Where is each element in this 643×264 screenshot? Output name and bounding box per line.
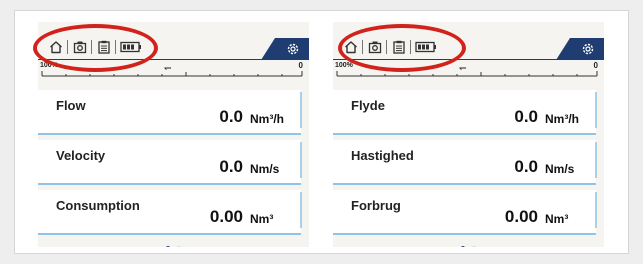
flow-unit: Nm³/h — [545, 112, 579, 126]
flow-unit: Nm³/h — [250, 112, 284, 126]
flow-value: 0.0 — [514, 107, 538, 126]
flow-value: 0.0 — [219, 107, 243, 126]
flow-panel[interactable]: Flow 0.0 Nm³/h — [38, 90, 302, 135]
consumption-unit: Nm³ — [250, 212, 274, 226]
velocity-label: Hastighed — [351, 148, 414, 163]
gear-icon — [287, 43, 299, 55]
consumption-unit: Nm³ — [545, 212, 569, 226]
highlight-ring-left — [33, 24, 158, 72]
page-indicator — [38, 237, 309, 247]
page-dot-active[interactable] — [166, 246, 171, 247]
page-indicator — [333, 237, 604, 247]
velocity-unit: Nm/s — [545, 162, 575, 176]
page-dot-active[interactable] — [461, 246, 466, 247]
flow-label: Flow — [56, 98, 86, 113]
page-dot[interactable] — [471, 246, 476, 247]
consumption-label: Consumption — [56, 198, 140, 213]
gear-icon — [582, 43, 594, 55]
consumption-value: 0.00 — [209, 207, 243, 226]
page-dot[interactable] — [176, 246, 181, 247]
highlight-ring-right — [338, 24, 466, 72]
settings-tab[interactable] — [261, 38, 309, 60]
consumption-value: 0.00 — [504, 207, 538, 226]
flow-label: Flyde — [351, 98, 385, 113]
velocity-panel[interactable]: Velocity 0.0 Nm/s — [38, 140, 302, 185]
settings-tab[interactable] — [556, 38, 604, 60]
velocity-value: 0.0 — [514, 157, 538, 176]
velocity-panel[interactable]: Hastighed 0.0 Nm/s — [333, 140, 597, 185]
velocity-label: Velocity — [56, 148, 106, 163]
flow-panel[interactable]: Flyde 0.0 Nm³/h — [333, 90, 597, 135]
consumption-label: Forbrug — [351, 198, 401, 213]
consumption-panel[interactable]: Forbrug 0.00 Nm³ — [333, 190, 597, 235]
consumption-panel[interactable]: Consumption 0.00 Nm³ — [38, 190, 302, 235]
velocity-value: 0.0 — [219, 157, 243, 176]
velocity-unit: Nm/s — [250, 162, 280, 176]
